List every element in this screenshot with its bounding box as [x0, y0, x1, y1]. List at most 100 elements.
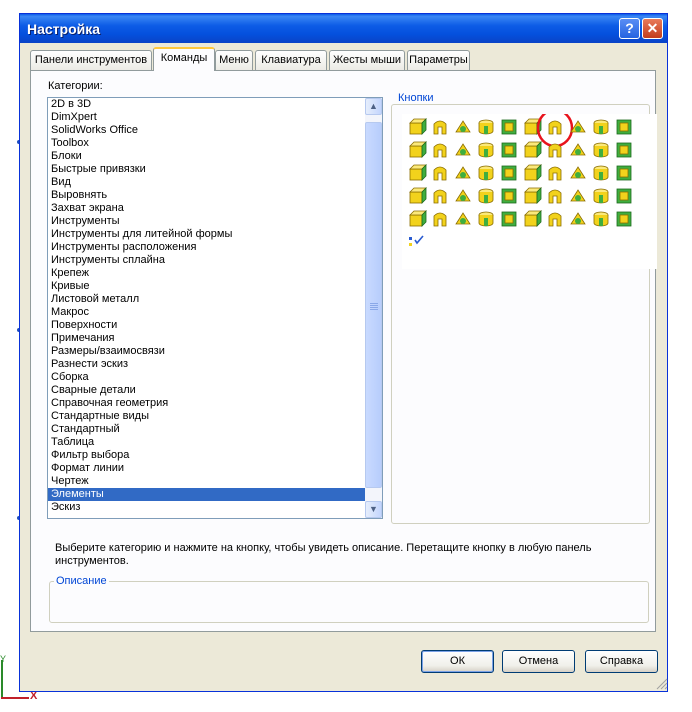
chamfer-icon[interactable]: [455, 143, 471, 156]
move-copy-icon[interactable]: [455, 212, 471, 225]
list-item[interactable]: Крепеж: [48, 267, 382, 280]
fillet-icon[interactable]: [433, 143, 447, 158]
list-item[interactable]: Макрос: [48, 306, 382, 319]
face-fillet-icon[interactable]: [570, 212, 586, 225]
ok-button[interactable]: ОК: [421, 650, 494, 673]
list-item[interactable]: Инструменты сплайна: [48, 254, 382, 267]
list-item[interactable]: Фильтр выбора: [48, 449, 382, 462]
list-item[interactable]: DimXpert: [48, 111, 382, 124]
library-feature-icon[interactable]: [616, 188, 632, 204]
variable-pattern-icon[interactable]: [570, 189, 586, 202]
revolved-boss-icon[interactable]: [433, 120, 447, 135]
checklist-icon[interactable]: [409, 235, 424, 246]
freeform-icon[interactable]: [478, 165, 494, 181]
list-item[interactable]: Таблица: [48, 436, 382, 449]
list-item[interactable]: Быстрые привязки: [48, 163, 382, 176]
swept-boss-icon[interactable]: [455, 120, 471, 133]
shape-icon[interactable]: [593, 142, 609, 158]
list-item[interactable]: Захват экрана: [48, 202, 382, 215]
hole-wizard-icon[interactable]: [548, 120, 562, 135]
list-item[interactable]: Справочная геометрия: [48, 397, 382, 410]
tab-mouse-gestures[interactable]: Жесты мыши: [329, 50, 405, 70]
list-item[interactable]: Элементы: [48, 488, 382, 501]
delete-body-icon[interactable]: [478, 211, 494, 227]
dome-icon[interactable]: [570, 143, 586, 156]
shell-icon[interactable]: [524, 141, 542, 158]
tab-keyboard[interactable]: Клавиатура: [255, 50, 327, 70]
categories-list[interactable]: 2D в 3D DimXpert SolidWorks Office Toolbox Б…: [47, 97, 383, 519]
flex-icon[interactable]: [616, 142, 632, 158]
swept-cut-icon[interactable]: [593, 119, 609, 135]
align-icon[interactable]: [593, 211, 609, 227]
rib-icon[interactable]: [478, 142, 494, 158]
move-face-icon[interactable]: [570, 166, 586, 179]
list-item[interactable]: SolidWorks Office: [48, 124, 382, 137]
list-item[interactable]: Примечания: [48, 332, 382, 345]
fill-pattern-icon[interactable]: [548, 189, 562, 204]
list-item[interactable]: Блоки: [48, 150, 382, 163]
resize-grip-icon[interactable]: [656, 678, 668, 690]
wrap-icon[interactable]: [409, 164, 427, 181]
extruded-boss-icon[interactable]: [409, 118, 427, 135]
cosmetic-thread-icon[interactable]: [409, 210, 427, 227]
list-item[interactable]: Формат линии: [48, 462, 382, 475]
list-scrollbar[interactable]: ▲ ▼: [365, 98, 382, 518]
list-item[interactable]: Сборка: [48, 371, 382, 384]
list-item[interactable]: Выровнять: [48, 189, 382, 202]
sketch-pattern-icon[interactable]: [501, 188, 517, 204]
thicken-icon[interactable]: [593, 165, 609, 181]
list-item[interactable]: Разнести эскиз: [48, 358, 382, 371]
curve-pattern-icon[interactable]: [478, 188, 494, 204]
close-button[interactable]: ✕: [642, 18, 663, 39]
imported-icon[interactable]: [524, 210, 542, 227]
cancel-button[interactable]: Отмена: [502, 650, 575, 673]
list-item[interactable]: Размеры/взаимосвязи: [48, 345, 382, 358]
deform-icon[interactable]: [433, 166, 447, 181]
lofted-boss-icon[interactable]: [478, 119, 494, 135]
list-item[interactable]: Кривые: [48, 280, 382, 293]
boundary-boss-icon[interactable]: [501, 119, 517, 135]
split-icon[interactable]: [433, 212, 447, 227]
list-item[interactable]: Сварные детали: [48, 384, 382, 397]
list-item[interactable]: Инструменты расположения: [48, 241, 382, 254]
boundary-cut-icon[interactable]: [409, 141, 427, 158]
draft-icon[interactable]: [548, 143, 562, 158]
cavity-icon[interactable]: [616, 165, 632, 181]
list-item[interactable]: Toolbox: [48, 137, 382, 150]
help-button[interactable]: Справка: [585, 650, 658, 673]
scroll-thumb[interactable]: [365, 122, 382, 488]
list-item[interactable]: 2D в 3D: [48, 98, 382, 111]
linear-pattern-icon[interactable]: [409, 187, 427, 204]
replace-face-icon[interactable]: [548, 212, 562, 227]
mirror-icon[interactable]: [455, 189, 471, 202]
tab-options[interactable]: Параметры: [407, 50, 470, 70]
title-bar[interactable]: Настройка ? ✕: [20, 14, 667, 43]
lofted-cut-icon[interactable]: [616, 119, 632, 135]
spread-icon[interactable]: [616, 211, 632, 227]
split-line-icon[interactable]: [501, 165, 517, 181]
help-title-button[interactable]: ?: [619, 18, 640, 39]
x-axis-indicator: [1, 697, 29, 699]
list-item[interactable]: Поверхности: [48, 319, 382, 332]
list-item[interactable]: Вид: [48, 176, 382, 189]
tab-menu[interactable]: Меню: [215, 50, 253, 70]
circular-pattern-icon[interactable]: [433, 189, 447, 204]
list-item[interactable]: Инструменты: [48, 215, 382, 228]
list-item[interactable]: Инструменты для литейной формы: [48, 228, 382, 241]
list-item[interactable]: Чертеж: [48, 475, 382, 488]
tab-toolbars[interactable]: Панели инструментов: [30, 50, 152, 70]
list-item[interactable]: Эскиз: [48, 501, 382, 514]
combine-icon[interactable]: [548, 166, 562, 181]
indent-icon[interactable]: [455, 166, 471, 179]
delete-face-icon[interactable]: [501, 211, 517, 227]
point-pattern-icon[interactable]: [593, 188, 609, 204]
list-item[interactable]: Стандартный: [48, 423, 382, 436]
scale-icon[interactable]: [501, 142, 517, 158]
table-pattern-icon[interactable]: [524, 187, 542, 204]
scroll-down-button[interactable]: ▼: [365, 501, 382, 518]
tab-commands[interactable]: Команды: [153, 47, 215, 71]
list-item[interactable]: Стандартные виды: [48, 410, 382, 423]
intersect-icon[interactable]: [524, 164, 542, 181]
list-item[interactable]: Листовой металл: [48, 293, 382, 306]
scroll-up-button[interactable]: ▲: [365, 98, 382, 115]
